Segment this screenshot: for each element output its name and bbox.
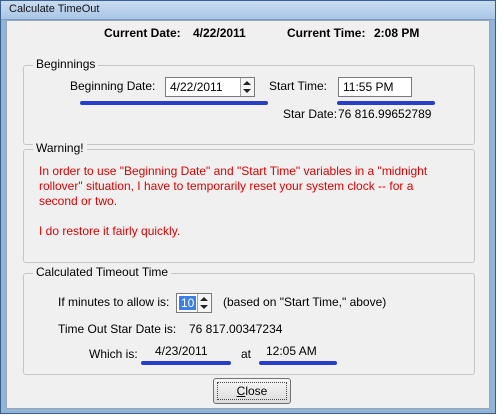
annotation-underline-time bbox=[337, 101, 435, 105]
spin-up-icon[interactable] bbox=[200, 297, 208, 301]
current-time-label: Current Time: bbox=[287, 26, 366, 40]
timeout-date-value: 4/23/2011 bbox=[155, 344, 208, 358]
title-bar[interactable]: Calculate TimeOut bbox=[1, 1, 495, 20]
beginnings-group-title: Beginnings bbox=[33, 57, 99, 71]
star-date-label: Star Date: bbox=[283, 107, 338, 121]
warning-group-title: Warning! bbox=[33, 141, 87, 155]
start-time-value: 11:55 PM bbox=[343, 80, 394, 94]
at-label: at bbox=[241, 347, 252, 361]
current-date-value: 4/22/2011 bbox=[193, 26, 246, 40]
close-label-rest: lose bbox=[245, 384, 268, 398]
calculated-group-title: Calculated Timeout Time bbox=[33, 265, 172, 279]
beginning-date-label: Beginning Date: bbox=[70, 79, 156, 93]
start-time-label: Start Time: bbox=[269, 79, 328, 93]
timeout-star-date-value: 76 817.00347234 bbox=[189, 322, 283, 336]
beginning-date-value: 4/22/2011 bbox=[170, 80, 223, 94]
warning-line-3: second or two. bbox=[39, 194, 118, 208]
close-button[interactable]: Close bbox=[213, 378, 291, 404]
spin-down-icon[interactable] bbox=[243, 89, 251, 93]
spin-down-icon[interactable] bbox=[200, 305, 208, 309]
minutes-label: If minutes to allow is: bbox=[58, 295, 170, 309]
start-time-input[interactable]: 11:55 PM bbox=[338, 77, 412, 97]
annotation-underline-date bbox=[80, 101, 268, 105]
minutes-note: (based on "Start Time," above) bbox=[223, 295, 387, 309]
warning-line-4: I do restore it fairly quickly. bbox=[39, 224, 181, 238]
timeout-time-value: 12:05 AM bbox=[266, 344, 317, 358]
minutes-spinner[interactable]: 10 bbox=[176, 293, 212, 313]
warning-line-1: In order to use "Beginning Date" and "St… bbox=[39, 164, 428, 178]
annotation-underline-timeout-date bbox=[141, 361, 231, 365]
spin-up-icon[interactable] bbox=[243, 81, 251, 85]
window-title: Calculate TimeOut bbox=[9, 3, 100, 15]
annotation-underline-timeout-time bbox=[259, 361, 337, 365]
current-date-label: Current Date: bbox=[104, 26, 181, 40]
warning-line-2: rollover" situation, I have to temporari… bbox=[39, 179, 414, 193]
dialog-window: Calculate TimeOut Current Date: 4/22/201… bbox=[0, 0, 496, 414]
current-time-value: 2:08 PM bbox=[374, 26, 420, 40]
timeout-star-date-label: Time Out Star Date is: bbox=[58, 322, 177, 336]
star-date-value: 76 816.99652789 bbox=[338, 107, 432, 121]
close-button-label: Close bbox=[214, 384, 290, 398]
beginning-date-picker[interactable]: 4/22/2011 bbox=[165, 77, 255, 97]
minutes-spin-buttons[interactable] bbox=[197, 294, 211, 312]
beginning-date-spinner[interactable] bbox=[240, 78, 254, 96]
dialog-client-area: Current Date: 4/22/2011 Current Time: 2:… bbox=[6, 20, 490, 409]
minutes-value: 10 bbox=[179, 296, 197, 310]
which-is-label: Which is: bbox=[89, 347, 138, 361]
